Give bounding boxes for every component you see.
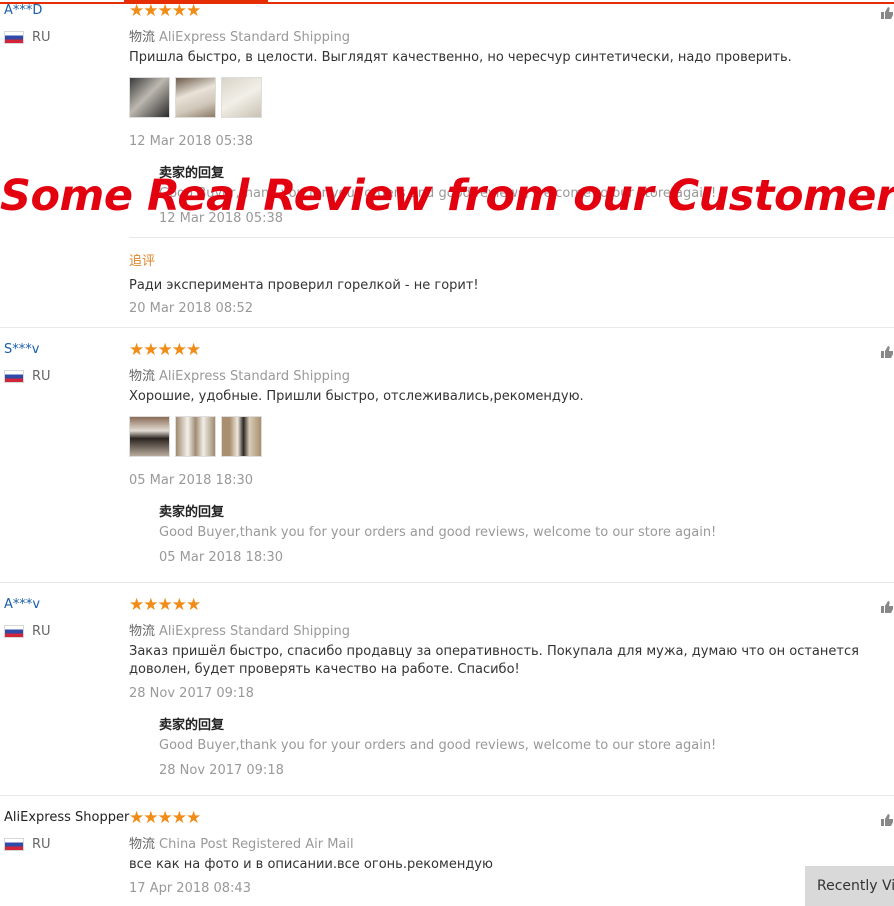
recently-viewed-button[interactable]: Recently Vie — [805, 866, 894, 906]
followup-text: Ради эксперимента проверил горелкой - не… — [129, 278, 479, 293]
reviewer-country: RU — [4, 369, 51, 384]
review-divider — [0, 795, 894, 796]
followup-label: 追评 — [129, 254, 156, 269]
review-photos — [129, 416, 262, 457]
reviewer-name[interactable]: S***v — [4, 342, 39, 357]
russia-flag-icon — [4, 625, 24, 638]
review-photo-thumbnail[interactable] — [129, 416, 170, 457]
russia-flag-icon — [4, 370, 24, 383]
country-code: RU — [32, 30, 51, 45]
review-date: 05 Mar 2018 18:30 — [129, 473, 254, 488]
shipping-name: AliExpress Standard Shipping — [159, 624, 351, 639]
review-photo-thumbnail[interactable] — [129, 77, 170, 118]
followup-date: 20 Mar 2018 08:52 — [129, 301, 254, 316]
shipping-tag: 物流 — [129, 369, 156, 384]
review-text: Пришла быстро, в целости. Выглядят качес… — [129, 50, 792, 65]
reviewer-country: RU — [4, 30, 51, 45]
shipping-tag: 物流 — [129, 624, 156, 639]
review-date: 28 Nov 2017 09:18 — [129, 686, 254, 701]
review-text: все как на фото и в описании.все огонь.р… — [129, 857, 493, 872]
reviewer-country: RU — [4, 624, 51, 639]
shipping-method: 物流 AliExpress Standard Shipping — [129, 365, 350, 384]
seller-reply-date: 28 Nov 2017 09:18 — [159, 763, 284, 778]
shipping-method: 物流 AliExpress Standard Shipping — [129, 620, 350, 639]
country-code: RU — [32, 624, 51, 639]
thumbs-up-icon[interactable] — [880, 813, 894, 827]
seller-reply-title: 卖家的回复 — [159, 505, 225, 520]
shipping-tag: 物流 — [129, 30, 156, 45]
reviewer-name[interactable]: AliExpress Shopper — [4, 810, 129, 825]
rating-stars: ★★★★★ — [129, 1, 201, 21]
seller-reply-text: Good Buyer,thank you for your orders and… — [159, 738, 717, 753]
seller-reply-text: Good Buyer,thank you for your orders and… — [159, 525, 717, 540]
review-text: Заказ пришёл быстро, спасибо продавцу за… — [129, 644, 859, 677]
russia-flag-icon — [4, 31, 24, 44]
review-photo-thumbnail[interactable] — [175, 416, 216, 457]
thumbs-up-icon[interactable] — [880, 345, 894, 359]
reviewer-name[interactable]: A***D — [4, 3, 42, 18]
followup-divider — [129, 237, 894, 238]
shipping-tag: 物流 — [129, 837, 156, 852]
review-text: Хорошие, удобные. Пришли быстро, отслежи… — [129, 389, 584, 404]
country-code: RU — [32, 837, 51, 852]
reviewer-country: RU — [4, 837, 51, 852]
review-date: 12 Mar 2018 05:38 — [129, 134, 254, 149]
rating-stars: ★★★★★ — [129, 340, 201, 360]
promo-banner-overlay: Some Real Review from our Customers — [0, 171, 894, 221]
russia-flag-icon — [4, 838, 24, 851]
rating-stars: ★★★★★ — [129, 595, 201, 615]
reviewer-name[interactable]: A***v — [4, 597, 40, 612]
review-photo-thumbnail[interactable] — [221, 77, 262, 118]
shipping-method: 物流 China Post Registered Air Mail — [129, 833, 354, 852]
review-divider — [0, 582, 894, 583]
seller-reply-title: 卖家的回复 — [159, 718, 225, 733]
review-divider — [0, 327, 894, 328]
shipping-name: AliExpress Standard Shipping — [159, 369, 351, 384]
shipping-name: AliExpress Standard Shipping — [159, 30, 351, 45]
rating-stars: ★★★★★ — [129, 808, 201, 828]
review-date: 17 Apr 2018 08:43 — [129, 881, 251, 896]
review-photos — [129, 77, 262, 118]
thumbs-up-icon[interactable] — [880, 6, 894, 20]
shipping-method: 物流 AliExpress Standard Shipping — [129, 26, 350, 45]
review-photo-thumbnail[interactable] — [221, 416, 262, 457]
review-photo-thumbnail[interactable] — [175, 77, 216, 118]
thumbs-up-icon[interactable] — [880, 600, 894, 614]
shipping-name: China Post Registered Air Mail — [159, 837, 354, 852]
seller-reply-date: 05 Mar 2018 18:30 — [159, 550, 284, 565]
country-code: RU — [32, 369, 51, 384]
